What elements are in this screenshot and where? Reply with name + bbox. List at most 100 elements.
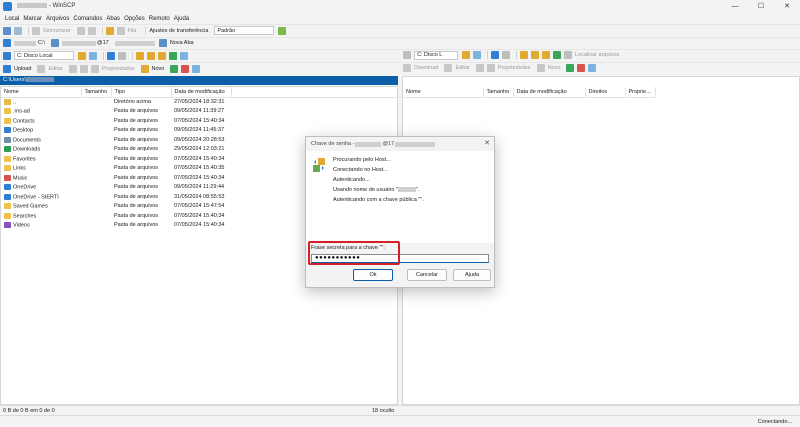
- filter-icon[interactable]: [78, 51, 86, 60]
- remote-filter-mask-icon[interactable]: [588, 64, 597, 72]
- rename-icon[interactable]: [79, 64, 88, 73]
- download-button[interactable]: Download: [414, 65, 438, 71]
- dialog-close-icon[interactable]: ✕: [484, 139, 490, 147]
- compare-icon[interactable]: [14, 26, 22, 35]
- transfer-settings-label: Ajustes de transferência: [149, 27, 209, 34]
- filter-options-icon[interactable]: [89, 51, 97, 60]
- ok-button[interactable]: Ok: [353, 269, 393, 281]
- remote-drive-select[interactable]: C: Disco L: [414, 50, 458, 60]
- remote-parent-icon[interactable]: [520, 51, 528, 59]
- remote-pane-toolbar: C: Disco L Localizar arquivos: [400, 49, 800, 61]
- menu-arquivos[interactable]: Arquivos: [46, 16, 69, 22]
- root-dir-icon[interactable]: [147, 51, 155, 60]
- remote-filter-icon[interactable]: [462, 51, 470, 59]
- remote-col-rights[interactable]: Direitos: [585, 87, 626, 98]
- transfer-options-icon[interactable]: [278, 26, 287, 35]
- log-line: Procurando pelo Host...: [333, 157, 391, 163]
- file-type-cell: Pasta de arquivos: [114, 136, 159, 143]
- delete-icon[interactable]: [68, 64, 77, 73]
- remote-back-icon[interactable]: [491, 51, 499, 59]
- remote-new-button[interactable]: Novo: [548, 65, 561, 71]
- remote-col-size[interactable]: Tamanho: [483, 87, 514, 98]
- table-row[interactable]: .ms-ad Pasta de arquivos 09/05/2024 11:39:…: [1, 107, 397, 117]
- forward-icon[interactable]: [118, 51, 126, 60]
- find-files-button[interactable]: Localizar arquivos: [575, 52, 619, 58]
- col-name[interactable]: Nome: [1, 87, 82, 98]
- terminal-icon[interactable]: [76, 26, 85, 35]
- new-folder-icon: [140, 64, 149, 73]
- file-size-cell: [81, 192, 111, 202]
- deselect-icon[interactable]: [181, 64, 190, 73]
- upload-icon: [3, 64, 11, 73]
- remote-edit-button[interactable]: Editar: [455, 65, 469, 71]
- properties-button[interactable]: Propriedades: [102, 66, 135, 72]
- file-date-cell: 07/05/2024 15:40:34: [174, 155, 225, 162]
- new-button[interactable]: Novo: [152, 66, 165, 72]
- upload-button[interactable]: Upload: [14, 66, 31, 72]
- folder-icon: [4, 212, 11, 219]
- queue-button[interactable]: Fila: [128, 28, 137, 34]
- refresh-local-icon[interactable]: [169, 51, 177, 60]
- edit-button[interactable]: Editar: [48, 66, 62, 72]
- file-name: Searches: [13, 212, 37, 219]
- close-button[interactable]: ✕: [774, 0, 800, 13]
- help-button[interactable]: Ajuda: [453, 269, 491, 281]
- remote-col-owner[interactable]: Proprie...: [625, 87, 656, 98]
- home-icon[interactable]: [158, 51, 166, 60]
- local-options-icon[interactable]: [180, 51, 188, 60]
- new-tab-button[interactable]: Nova Aba: [170, 40, 194, 46]
- remote-col-name[interactable]: Nome: [403, 87, 484, 98]
- select-all-icon[interactable]: [170, 64, 179, 73]
- menu-opcoes[interactable]: Opções: [124, 16, 145, 22]
- col-size[interactable]: Tamanho: [81, 87, 112, 98]
- menu-remoto[interactable]: Remoto: [149, 16, 170, 22]
- local-drive-select[interactable]: C: Disco Local: [14, 51, 74, 60]
- log-line: Conectando no Host...: [333, 167, 388, 173]
- menu-comandos[interactable]: Comandos: [73, 16, 102, 22]
- folder-icon: [4, 203, 11, 210]
- remote-forward-icon[interactable]: [502, 51, 510, 59]
- remote-properties-button[interactable]: Propriedades: [498, 65, 531, 71]
- col-modified[interactable]: Data de modificação: [171, 87, 232, 98]
- filter-mask-icon[interactable]: [192, 64, 201, 73]
- gear-icon[interactable]: [105, 26, 114, 35]
- table-row[interactable]: .. Diretório acima 27/05/2024 18:32:31: [1, 97, 397, 107]
- file-type-cell: Pasta de arquivos: [114, 146, 159, 153]
- minimize-button[interactable]: —: [722, 0, 748, 13]
- new-session-icon[interactable]: [3, 26, 11, 35]
- remote-select-all-icon[interactable]: [566, 64, 575, 72]
- file-name-cell: Downloads: [1, 145, 81, 155]
- refresh-icon[interactable]: [87, 26, 96, 35]
- table-row[interactable]: Desktop Pasta de arquivos 09/05/2024 11:45…: [1, 126, 397, 136]
- remote-properties-icon: [486, 64, 495, 72]
- local-path-bar[interactable]: C:\Users\: [0, 76, 398, 85]
- remote-filter-options-icon[interactable]: [473, 51, 481, 59]
- parent-dir-icon[interactable]: [136, 51, 144, 60]
- menu-marcar[interactable]: Marcar: [23, 16, 42, 22]
- menu-local[interactable]: Local: [5, 16, 19, 22]
- remote-root-icon[interactable]: [531, 51, 539, 59]
- remote-tab[interactable]: @17: [97, 40, 109, 46]
- file-size-cell: [81, 145, 111, 155]
- transfer-settings-select[interactable]: Padrão: [214, 26, 275, 35]
- remote-home-icon[interactable]: [542, 51, 550, 59]
- remote-col-modified[interactable]: Data de modificação: [513, 87, 586, 98]
- folder-icon: [4, 136, 11, 143]
- local-tab[interactable]: C:\: [38, 40, 45, 46]
- back-icon[interactable]: [107, 51, 115, 60]
- file-name-cell: Music: [1, 173, 81, 183]
- table-row[interactable]: Contacts Pasta de arquivos 07/05/2024 15:4…: [1, 116, 397, 126]
- menu-abas[interactable]: Abas: [106, 16, 120, 22]
- menu-ajuda[interactable]: Ajuda: [174, 16, 189, 22]
- refresh-remote-icon[interactable]: [553, 51, 561, 59]
- file-name-cell: OneDrive - SIERTI: [1, 192, 81, 202]
- maximize-button[interactable]: ☐: [748, 0, 774, 13]
- passphrase-dialog: Chave de senha - @17 ✕ Procurando pelo Ho…: [305, 136, 495, 288]
- folder-icon: [4, 108, 11, 115]
- remote-delete-icon[interactable]: [475, 64, 484, 72]
- file-type-cell: Pasta de arquivos: [114, 155, 159, 162]
- sync-button[interactable]: Sincronizar: [43, 28, 71, 34]
- remote-deselect-icon[interactable]: [577, 64, 586, 72]
- col-type[interactable]: Tipo: [111, 87, 172, 98]
- cancel-button[interactable]: Cancelar: [407, 269, 447, 281]
